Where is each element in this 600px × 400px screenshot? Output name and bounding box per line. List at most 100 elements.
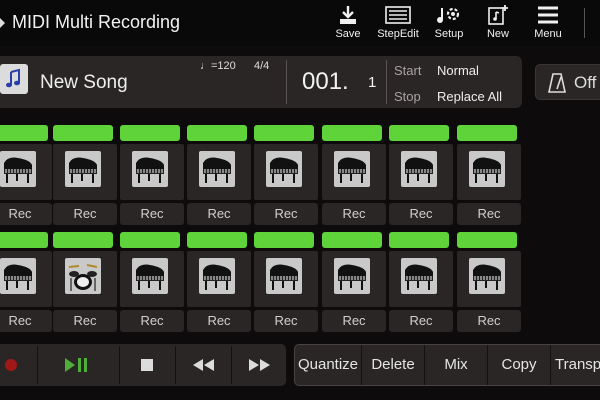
panel-divider	[386, 60, 387, 104]
track-instrument-tile[interactable]	[254, 251, 318, 307]
track-14[interactable]: Rec	[322, 232, 386, 332]
save-button[interactable]: Save	[330, 4, 366, 44]
stop-icon	[141, 359, 153, 371]
track-rec-button[interactable]: Rec	[254, 203, 318, 225]
track-16[interactable]: Rec	[457, 232, 521, 332]
track-part-bar[interactable]	[53, 232, 113, 248]
track-rec-button[interactable]: Rec	[389, 310, 453, 332]
track-13[interactable]: Rec	[254, 232, 318, 332]
song-name[interactable]: New Song	[40, 72, 128, 94]
track-part-bar[interactable]	[254, 125, 314, 141]
track-5[interactable]: Rec	[254, 125, 318, 225]
header-divider	[584, 8, 585, 38]
track-rec-button[interactable]: Rec	[0, 203, 52, 225]
track-part-bar[interactable]	[322, 125, 382, 141]
track-9[interactable]: Rec	[0, 232, 52, 332]
stop-button[interactable]	[120, 344, 174, 386]
piano-icon	[65, 151, 101, 187]
piano-icon	[199, 151, 235, 187]
track-instrument-tile[interactable]	[0, 251, 52, 307]
drum-kit-icon	[65, 258, 101, 294]
track-rec-button[interactable]: Rec	[187, 310, 251, 332]
piano-icon	[199, 258, 235, 294]
track-part-bar[interactable]	[254, 232, 314, 248]
track-part-bar[interactable]	[120, 125, 180, 141]
transpose-button[interactable]: Transpose	[551, 345, 600, 385]
track-rec-button[interactable]: Rec	[254, 310, 318, 332]
start-mode-value[interactable]: Normal	[437, 63, 479, 78]
setup-button[interactable]: Setup	[430, 4, 468, 44]
mix-button[interactable]: Mix	[425, 345, 487, 385]
song-file-icon[interactable]	[0, 64, 28, 94]
track-1[interactable]: Rec	[0, 125, 52, 225]
track-rec-button[interactable]: Rec	[120, 310, 184, 332]
track-instrument-tile[interactable]	[0, 144, 52, 200]
tempo-display[interactable]: ♩=120	[200, 60, 236, 72]
track-instrument-tile[interactable]	[457, 144, 521, 200]
stop-mode-value[interactable]: Replace All	[437, 89, 502, 104]
track-rec-button[interactable]: Rec	[0, 310, 52, 332]
track-part-bar[interactable]	[389, 232, 449, 248]
copy-button[interactable]: Copy	[488, 345, 550, 385]
track-rec-button[interactable]: Rec	[322, 310, 386, 332]
track-part-bar[interactable]	[0, 232, 48, 248]
track-part-bar[interactable]	[389, 125, 449, 141]
piano-icon	[132, 258, 168, 294]
track-7[interactable]: Rec	[389, 125, 453, 225]
track-rec-button[interactable]: Rec	[187, 203, 251, 225]
track-11[interactable]: Rec	[120, 232, 184, 332]
track-instrument-tile[interactable]	[187, 251, 251, 307]
track-part-bar[interactable]	[457, 125, 517, 141]
delete-button[interactable]: Delete	[362, 345, 424, 385]
track-instrument-tile[interactable]	[120, 251, 184, 307]
track-instrument-tile[interactable]	[120, 144, 184, 200]
track-instrument-tile[interactable]	[53, 144, 117, 200]
track-instrument-tile[interactable]	[389, 144, 453, 200]
track-part-bar[interactable]	[120, 232, 180, 248]
metronome-button[interactable]: Off	[535, 64, 600, 100]
track-rec-button[interactable]: Rec	[53, 310, 117, 332]
track-8[interactable]: Rec	[457, 125, 521, 225]
track-rec-button[interactable]: Rec	[457, 310, 521, 332]
track-10[interactable]: Rec	[53, 232, 117, 332]
record-button[interactable]	[0, 344, 36, 386]
track-instrument-tile[interactable]	[53, 251, 117, 307]
quantize-button[interactable]: Quantize	[295, 345, 361, 385]
track-part-bar[interactable]	[187, 232, 247, 248]
track-part-bar[interactable]	[187, 125, 247, 141]
track-part-bar[interactable]	[322, 232, 382, 248]
step-edit-button[interactable]: StepEdit	[373, 4, 423, 44]
track-part-bar[interactable]	[0, 125, 48, 141]
track-rec-button[interactable]: Rec	[457, 203, 521, 225]
track-instrument-tile[interactable]	[389, 251, 453, 307]
track-12[interactable]: Rec	[187, 232, 251, 332]
track-instrument-tile[interactable]	[322, 251, 386, 307]
play-pause-button[interactable]	[38, 344, 118, 386]
track-part-bar[interactable]	[457, 232, 517, 248]
save-label: Save	[335, 28, 361, 40]
new-song-button[interactable]: New	[481, 4, 515, 44]
track-part-bar[interactable]	[53, 125, 113, 141]
track-rec-button[interactable]: Rec	[322, 203, 386, 225]
track-instrument-tile[interactable]	[254, 144, 318, 200]
stop-label: Stop	[394, 89, 421, 104]
new-song-icon	[488, 5, 508, 25]
track-instrument-tile[interactable]	[457, 251, 521, 307]
track-6[interactable]: Rec	[322, 125, 386, 225]
menu-button[interactable]: Menu	[530, 4, 566, 44]
track-rec-button[interactable]: Rec	[389, 203, 453, 225]
track-4[interactable]: Rec	[187, 125, 251, 225]
track-rec-button[interactable]: Rec	[120, 203, 184, 225]
track-3[interactable]: Rec	[120, 125, 184, 225]
rewind-button[interactable]	[176, 344, 230, 386]
track-instrument-tile[interactable]	[187, 144, 251, 200]
piano-icon	[334, 258, 370, 294]
track-rec-button[interactable]: Rec	[53, 203, 117, 225]
track-instrument-tile[interactable]	[322, 144, 386, 200]
measure-counter[interactable]: 001.	[302, 68, 349, 96]
fast-forward-button[interactable]	[232, 344, 286, 386]
time-signature[interactable]: 4/4	[254, 60, 269, 72]
track-2[interactable]: Rec	[53, 125, 117, 225]
track-15[interactable]: Rec	[389, 232, 453, 332]
panel-divider	[286, 60, 287, 104]
